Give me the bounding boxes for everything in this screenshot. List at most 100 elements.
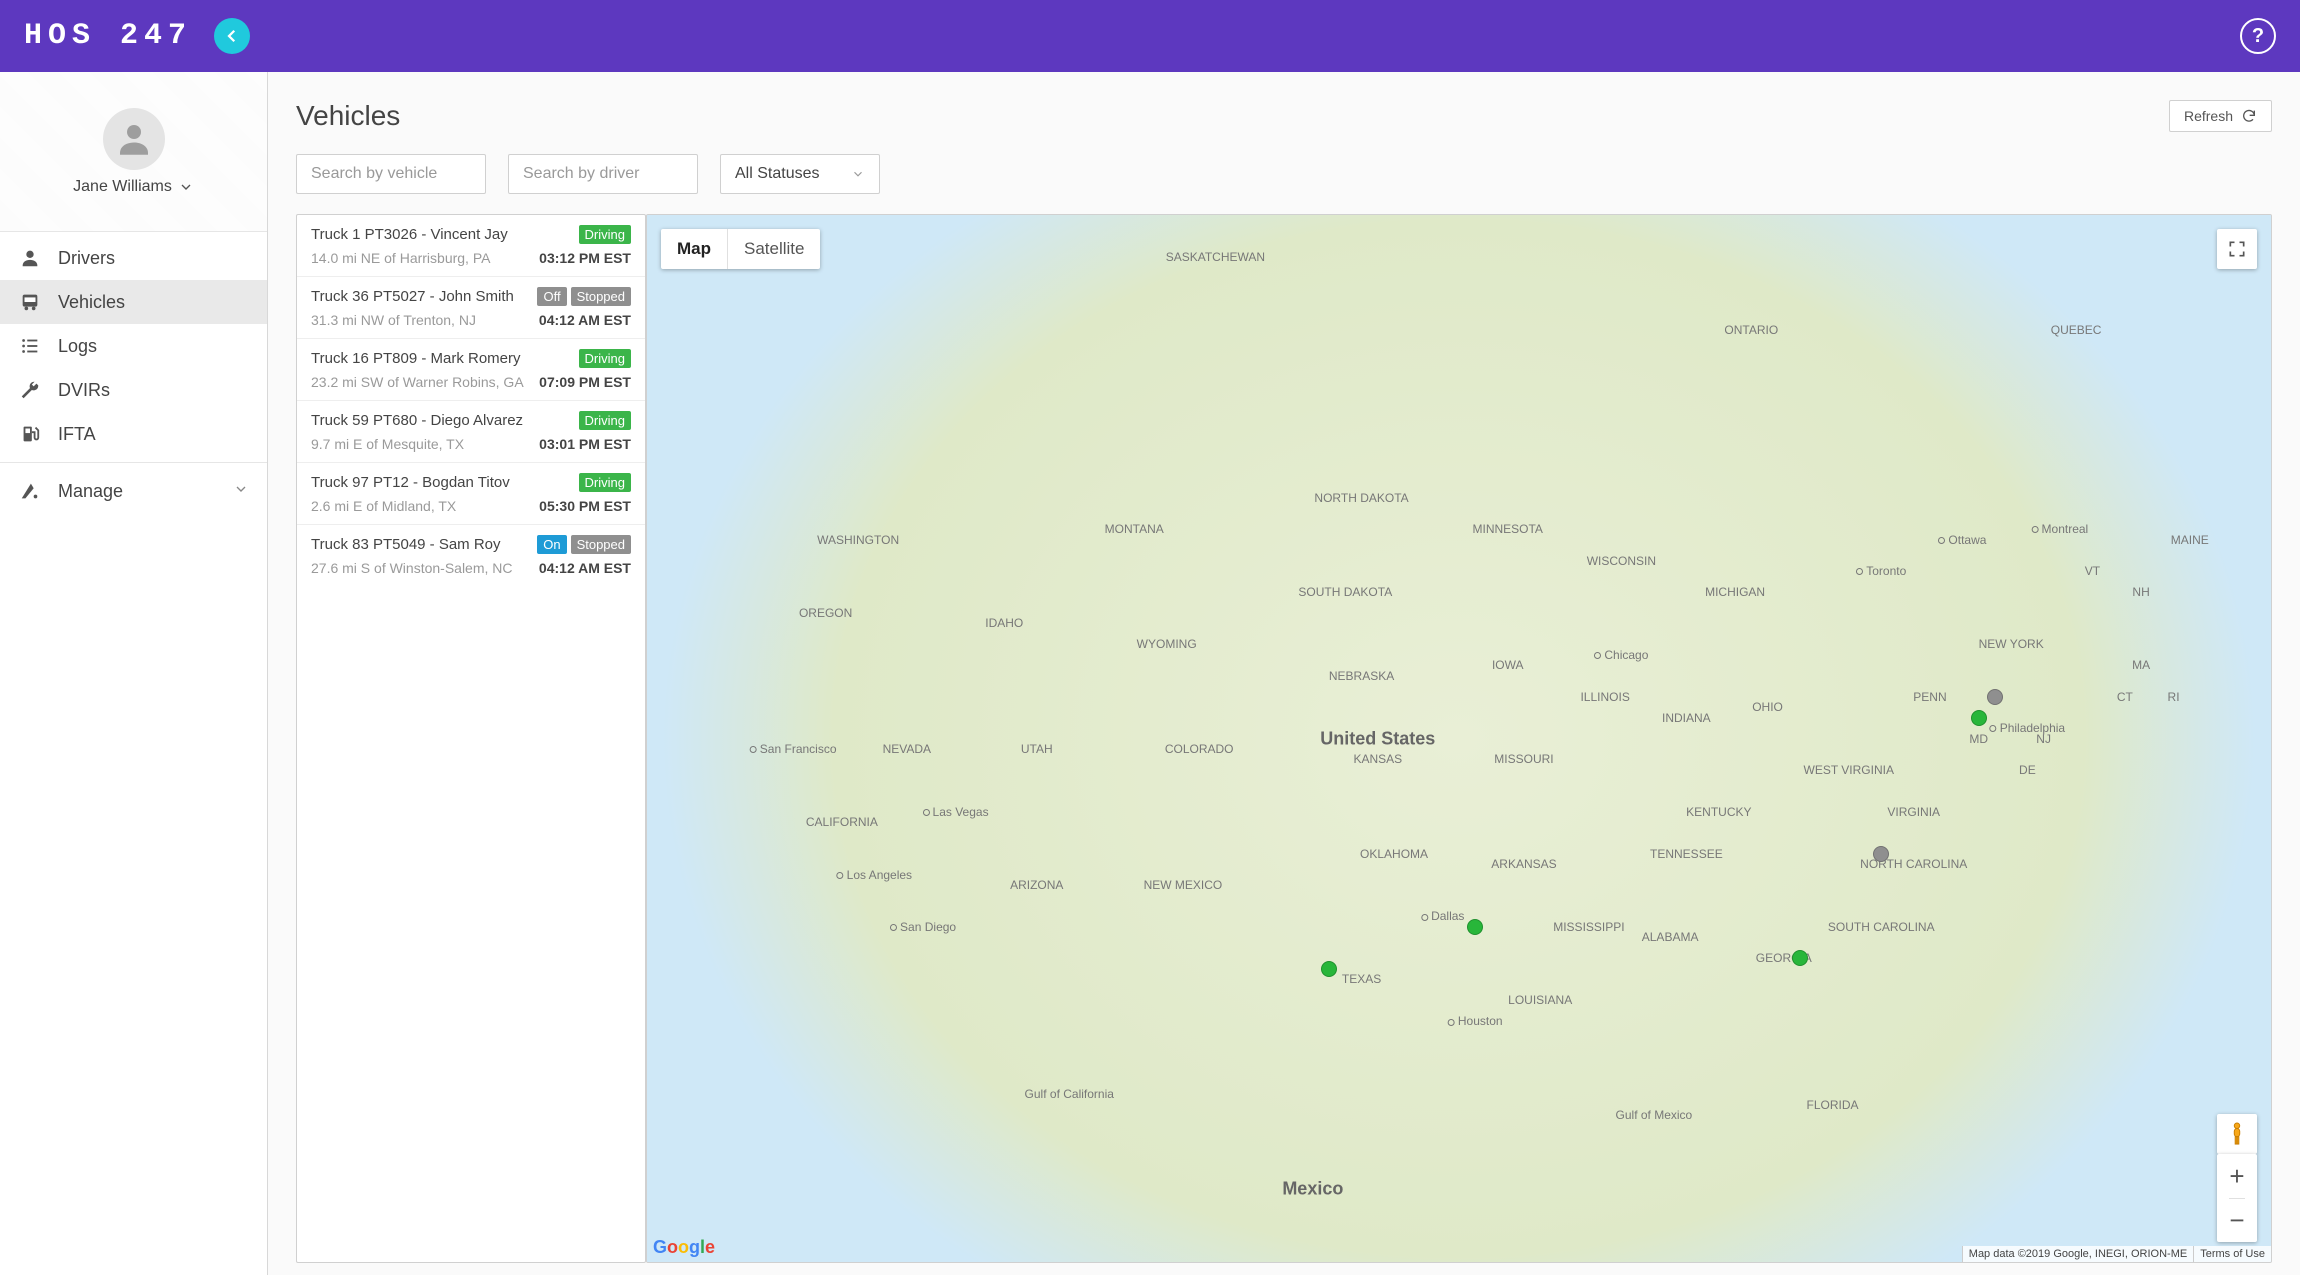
map-label: Mexico	[1282, 1178, 1343, 1199]
search-vehicle-input[interactable]	[296, 154, 486, 194]
vehicle-title: Truck 83 PT5049 - Sam Roy	[311, 536, 529, 553]
vehicle-badges: Driving	[579, 349, 631, 368]
vehicle-location: 23.2 mi SW of Warner Robins, GA	[311, 374, 524, 390]
map-label: NEW MEXICO	[1144, 878, 1223, 892]
map-vehicle-marker[interactable]	[1971, 710, 1987, 726]
bus-icon	[18, 290, 42, 314]
help-button[interactable]: ?	[2240, 18, 2276, 54]
profile-name-label: Jane Williams	[73, 178, 172, 196]
vehicle-title: Truck 59 PT680 - Diego Alvarez	[311, 412, 571, 429]
chevron-down-icon	[178, 179, 194, 195]
map-label: NORTH DAKOTA	[1314, 491, 1408, 505]
map-label: Chicago	[1594, 648, 1648, 662]
map-label: ARIZONA	[1010, 878, 1063, 892]
profile-name-dropdown[interactable]: Jane Williams	[73, 178, 194, 196]
vehicle-list-item[interactable]: Truck 16 PT809 - Mark Romery Driving 23.2 …	[297, 339, 645, 401]
map-terms-link[interactable]: Terms of Use	[2193, 1246, 2271, 1262]
map-vehicle-marker[interactable]	[1792, 950, 1808, 966]
map-footer: Map data ©2019 Google, INEGI, ORION-ME T…	[1962, 1246, 2271, 1262]
map-label: Ottawa	[1938, 533, 1986, 547]
search-driver-input[interactable]	[508, 154, 698, 194]
map-label: Montreal	[2032, 522, 2089, 536]
map-label: WISCONSIN	[1587, 554, 1656, 568]
vehicle-badges: OffStopped	[537, 287, 631, 306]
back-button[interactable]	[214, 18, 250, 54]
chevron-down-icon	[851, 167, 865, 181]
map-label: KENTUCKY	[1686, 805, 1751, 819]
sidebar-item-logs[interactable]: Logs	[0, 324, 267, 368]
status-filter-select[interactable]: All Statuses	[720, 154, 880, 194]
wrench-icon	[18, 378, 42, 402]
map-type-map[interactable]: Map	[661, 229, 727, 269]
map-vehicle-marker[interactable]	[1467, 919, 1483, 935]
map-type-satellite[interactable]: Satellite	[727, 229, 820, 269]
sidebar: Jane Williams DriversVehiclesLogs DVIRs IF…	[0, 72, 268, 1275]
map-label: NH	[2132, 585, 2149, 599]
status-badge: Driving	[579, 411, 631, 430]
map-terrain	[647, 215, 2271, 1262]
map-label: ONTARIO	[1724, 323, 1778, 337]
map-label: COLORADO	[1165, 742, 1234, 756]
map-label: ILLINOIS	[1580, 690, 1629, 704]
sidebar-item-label: IFTA	[58, 424, 96, 445]
status-badge: Stopped	[571, 535, 631, 554]
map[interactable]: COLUMBIASASKATCHEWANONTARIOQUEBECWASHING…	[646, 214, 2272, 1263]
vehicle-title: Truck 16 PT809 - Mark Romery	[311, 350, 571, 367]
map-label: SOUTH CAROLINA	[1828, 920, 1935, 934]
vehicle-list[interactable]: Truck 1 PT3026 - Vincent JayDriving14.0 …	[296, 214, 646, 1263]
map-label: FLORIDA	[1807, 1098, 1859, 1112]
vehicle-list-item[interactable]: Truck 59 PT680 - Diego AlvarezDriving9.7…	[297, 401, 645, 463]
sidebar-item-ifta[interactable]: IFTA	[0, 412, 267, 456]
map-label: SOUTH DAKOTA	[1298, 585, 1392, 599]
map-label: CALIFORNIA	[806, 815, 878, 829]
sidebar-item-dvirs[interactable]: DVIRs	[0, 368, 267, 412]
nav-separator	[0, 462, 267, 463]
fuel-icon	[18, 422, 42, 446]
refresh-button[interactable]: Refresh	[2169, 100, 2272, 132]
vehicle-list-item[interactable]: Truck 36 PT5027 - John SmithOffStopped31…	[297, 277, 645, 339]
map-label: TEXAS	[1342, 972, 1381, 986]
refresh-label: Refresh	[2184, 108, 2233, 124]
sidebar-item-vehicles[interactable]: Vehicles	[0, 280, 267, 324]
map-label: DE	[2019, 763, 2036, 777]
map-label: WEST VIRGINIA	[1804, 763, 1894, 777]
map-label: MONTANA	[1105, 522, 1164, 536]
map-vehicle-marker[interactable]	[1321, 961, 1337, 977]
pegman-icon	[2226, 1121, 2248, 1147]
status-badge: Driving	[579, 473, 631, 492]
map-vehicle-marker[interactable]	[1873, 846, 1889, 862]
map-label: ARKANSAS	[1491, 857, 1556, 871]
status-badge: Driving	[579, 349, 631, 368]
map-vehicle-marker[interactable]	[1987, 689, 2003, 705]
sidebar-item-drivers[interactable]: Drivers	[0, 236, 267, 280]
sidebar-item-manage[interactable]: Manage	[0, 469, 267, 513]
map-label: KANSAS	[1353, 752, 1402, 766]
map-label: NEW YORK	[1979, 637, 2044, 651]
map-label: SASKATCHEWAN	[1166, 250, 1265, 264]
map-streetview-button[interactable]	[2217, 1114, 2257, 1154]
map-label: RI	[2168, 690, 2180, 704]
map-zoom-out-button[interactable]: −	[2229, 1198, 2244, 1242]
vehicle-title: Truck 36 PT5027 - John Smith	[311, 288, 529, 305]
sidebar-item-label: Manage	[58, 481, 123, 502]
vehicle-list-item[interactable]: Truck 97 PT12 - Bogdan TitovDriving2.6 m…	[297, 463, 645, 525]
map-label: MISSISSIPPI	[1553, 920, 1624, 934]
sidebar-item-label: DVIRs	[58, 380, 110, 401]
map-zoom-in-button[interactable]: +	[2229, 1154, 2244, 1198]
map-label: MISSOURI	[1494, 752, 1553, 766]
map-label: MICHIGAN	[1705, 585, 1765, 599]
status-badge: Off	[537, 287, 566, 306]
vehicle-list-item[interactable]: Truck 1 PT3026 - Vincent JayDriving14.0 …	[297, 215, 645, 277]
top-bar: HOS 247 ?	[0, 0, 2300, 72]
map-label: OREGON	[799, 606, 852, 620]
map-label: MINNESOTA	[1472, 522, 1542, 536]
map-fullscreen-button[interactable]	[2217, 229, 2257, 269]
map-label: OKLAHOMA	[1360, 847, 1428, 861]
map-label: Los Angeles	[837, 868, 912, 882]
avatar	[103, 108, 165, 170]
chevron-left-icon	[223, 27, 241, 45]
map-label: MA	[2132, 658, 2150, 672]
vehicle-time: 04:12 AM EST	[539, 560, 631, 576]
person-icon	[18, 246, 42, 270]
vehicle-list-item[interactable]: Truck 83 PT5049 - Sam RoyOnStopped27.6 m…	[297, 525, 645, 586]
